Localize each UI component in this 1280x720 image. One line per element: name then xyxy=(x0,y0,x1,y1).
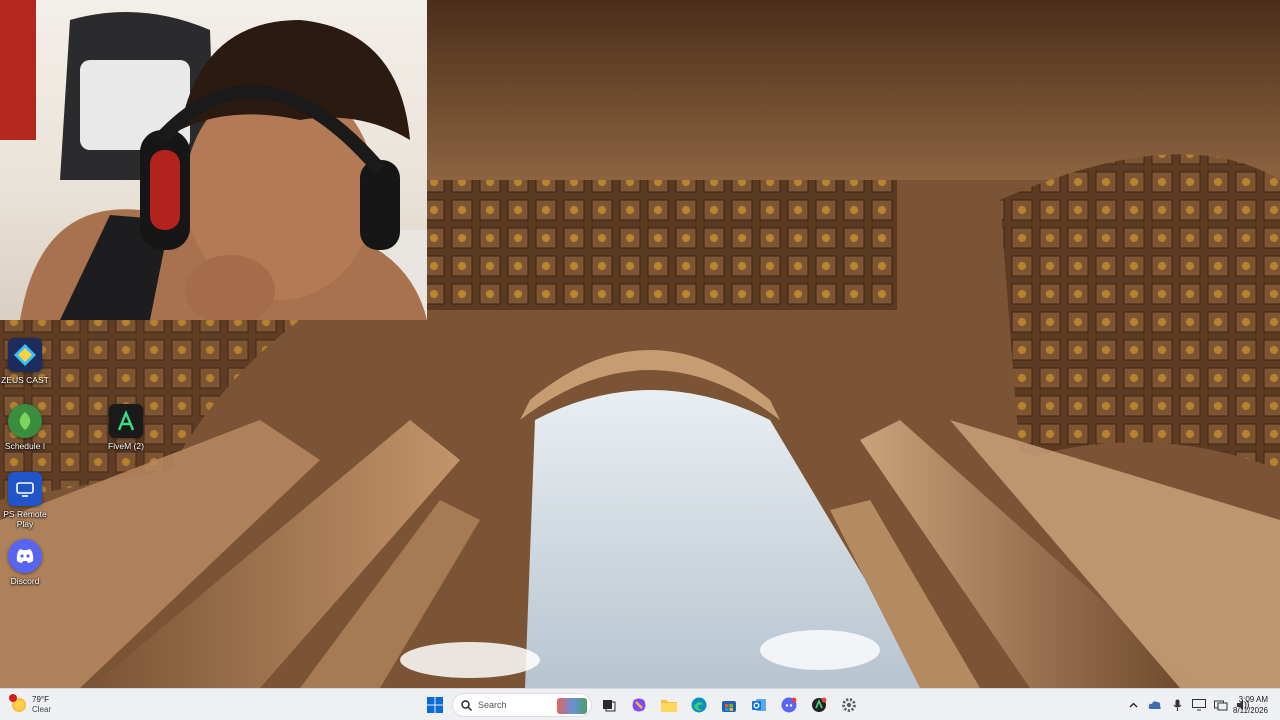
desktop-icon-zeus-cast[interactable]: ZEUS CAST xyxy=(0,338,51,385)
search-input[interactable]: Search xyxy=(452,693,592,717)
edge-icon xyxy=(691,697,707,713)
weather-widget[interactable]: 79°F Clear xyxy=(9,693,52,717)
gear-icon xyxy=(842,698,856,712)
microphone-icon[interactable] xyxy=(1170,698,1184,712)
outlook-button[interactable] xyxy=(746,692,772,718)
start-button[interactable] xyxy=(422,692,448,718)
settings-button[interactable] xyxy=(836,692,862,718)
network-icon[interactable] xyxy=(1214,698,1228,712)
sun-icon xyxy=(9,694,26,712)
desktop-icon-label: Discord xyxy=(10,576,40,586)
taskbar-center: Search xyxy=(422,692,862,718)
windows-icon xyxy=(427,697,443,713)
discord-taskbar-button[interactable] xyxy=(776,692,802,718)
notification-dot xyxy=(9,694,17,702)
desktop-icon-discord[interactable]: Discord xyxy=(0,539,51,586)
search-icon xyxy=(461,699,472,711)
cloud-sync-icon[interactable] xyxy=(1148,698,1162,712)
app-icon xyxy=(812,697,827,712)
weather-temp: 79°F xyxy=(32,695,49,704)
file-explorer-button[interactable] xyxy=(656,692,682,718)
taskbar: 79°F Clear Search 3:09 AM 8/11/2026 xyxy=(0,688,1280,720)
desktop-icon-ps-remote-play[interactable]: PS Remote Play xyxy=(0,472,51,529)
webcam-overlay xyxy=(0,0,427,320)
edge-button[interactable] xyxy=(686,692,712,718)
display-icon[interactable] xyxy=(1192,698,1206,712)
weather-condition: Clear xyxy=(32,705,52,714)
taskbar-clock[interactable]: 3:09 AM 8/11/2026 xyxy=(1233,694,1268,716)
discord-icon xyxy=(781,697,797,713)
desktop-icon-schedule-i[interactable]: Schedule I xyxy=(0,404,51,451)
clock-date: 8/11/2026 xyxy=(1233,706,1268,715)
task-view-button[interactable] xyxy=(596,692,622,718)
search-highlight-image xyxy=(557,698,587,714)
app-button[interactable] xyxy=(806,692,832,718)
folder-icon xyxy=(661,700,677,712)
fivem-icon xyxy=(109,404,143,438)
desktop-icon-label: ZEUS CAST xyxy=(1,375,49,385)
discord-icon xyxy=(8,539,42,573)
ps-remote-play-icon xyxy=(8,472,42,506)
system-tray xyxy=(1126,693,1250,717)
outlook-icon xyxy=(752,699,766,711)
desktop-icon-label: PS Remote Play xyxy=(3,509,47,529)
store-icon xyxy=(722,701,736,712)
task-view-icon xyxy=(603,700,616,712)
copilot-button[interactable] xyxy=(626,692,652,718)
store-button[interactable] xyxy=(716,692,742,718)
desktop-icon-label: Schedule I xyxy=(4,441,46,451)
search-placeholder: Search xyxy=(478,700,507,710)
chevron-up-icon[interactable] xyxy=(1126,698,1140,712)
clock-time: 3:09 AM xyxy=(1238,695,1268,704)
zeus-cast-icon xyxy=(8,338,42,372)
desktop-icon-label: FiveM (2) xyxy=(108,441,144,451)
webcam-person xyxy=(20,12,427,320)
copilot-icon xyxy=(632,698,646,712)
desktop-icon-fivem[interactable]: FiveM (2) xyxy=(100,404,152,451)
schedule-one-icon xyxy=(8,404,42,438)
